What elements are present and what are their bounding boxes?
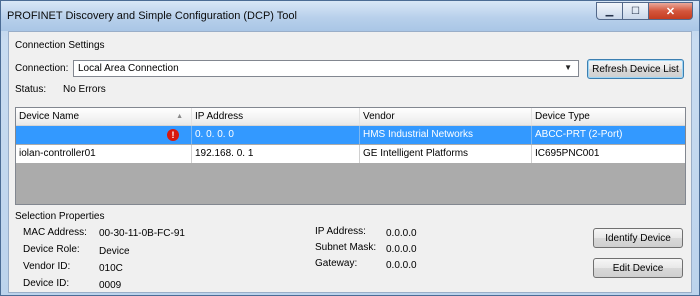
close-icon: ✕ — [665, 5, 676, 18]
edit-device-button[interactable]: Edit Device — [593, 258, 683, 278]
close-button[interactable]: ✕ — [649, 2, 693, 20]
column-header-vendor[interactable]: Vendor — [360, 108, 532, 125]
window-controls: ▁ ☐ ✕ — [596, 2, 693, 21]
column-header-device-name[interactable]: Device Name ▲ — [16, 108, 192, 125]
window-title: PROFINET Discovery and Simple Configurat… — [7, 10, 297, 22]
device-role-value: Device — [99, 246, 130, 257]
chevron-down-icon[interactable]: ▼ — [564, 63, 572, 72]
title-bar[interactable]: PROFINET Discovery and Simple Configurat… — [1, 1, 699, 31]
device-id-label: Device ID: — [23, 278, 70, 289]
column-header-ip-address[interactable]: IP Address — [192, 108, 360, 125]
error-icon: ! — [167, 129, 179, 141]
ip-address-label: IP Address: — [315, 226, 366, 237]
sort-ascending-icon: ▲ — [176, 113, 183, 120]
vendor-id-value: 010C — [99, 263, 123, 274]
table-row[interactable]: iolan-controller01 192.168. 0. 1 GE Inte… — [16, 145, 685, 163]
maximize-button[interactable]: ☐ — [623, 2, 649, 20]
refresh-button-label: Refresh Device List — [592, 63, 679, 75]
ip-address-cell: 0. 0. 0. 0 — [192, 126, 360, 144]
gateway-label: Gateway: — [315, 258, 358, 269]
device-role-label: Device Role: — [23, 244, 80, 255]
table-row[interactable]: ! 0. 0. 0. 0 HMS Industrial Networks ABC… — [16, 126, 685, 144]
device-type-cell: IC695PNC001 — [535, 148, 600, 159]
mac-address-label: MAC Address: — [23, 227, 87, 238]
vendor-id-label: Vendor ID: — [23, 261, 71, 272]
ip-address-value: 0.0.0.0 — [386, 228, 417, 239]
identify-button-label: Identify Device — [605, 232, 671, 244]
ip-address-cell: 192.168. 0. 1 — [192, 145, 360, 163]
column-header-device-type[interactable]: Device Type — [532, 108, 685, 125]
device-name-cell — [16, 126, 192, 144]
device-id-value: 0009 — [99, 280, 122, 291]
subnet-mask-value: 0.0.0.0 — [386, 244, 417, 255]
connection-dropdown[interactable]: Local Area Connection ▼ — [73, 60, 579, 77]
vendor-cell: HMS Industrial Networks — [360, 126, 532, 144]
vendor-cell: GE Intelligent Platforms — [360, 145, 532, 163]
device-type-cell: ABCC-PRT (2-Port) — [535, 129, 623, 140]
client-area: Connection Settings Connection: Local Ar… — [8, 31, 692, 293]
maximize-icon: ☐ — [631, 5, 640, 17]
mac-address-value: 00-30-11-0B-FC-91 — [99, 228, 185, 239]
edit-button-label: Edit Device — [612, 262, 664, 274]
subnet-mask-label: Subnet Mask: — [315, 242, 377, 253]
status-label: Status: — [15, 84, 47, 95]
connection-settings-heading: Connection Settings — [15, 40, 105, 51]
refresh-device-list-button[interactable]: Refresh Device List — [587, 59, 684, 79]
minimize-button[interactable]: ▁ — [596, 2, 623, 20]
table-header: Device Name ▲ IP Address Vendor Device T… — [16, 108, 685, 126]
gateway-value: 0.0.0.0 — [386, 260, 417, 271]
device-table[interactable]: Device Name ▲ IP Address Vendor Device T… — [15, 107, 686, 205]
status-value: No Errors — [63, 84, 106, 95]
device-name-cell: iolan-controller01 — [16, 145, 192, 163]
dcp-tool-window: PROFINET Discovery and Simple Configurat… — [0, 0, 700, 296]
connection-label: Connection: — [15, 63, 69, 74]
minimize-icon: ▁ — [605, 5, 614, 17]
selection-properties-heading: Selection Properties — [15, 211, 105, 222]
connection-dropdown-value: Local Area Connection — [78, 63, 179, 74]
identify-device-button[interactable]: Identify Device — [593, 228, 683, 248]
